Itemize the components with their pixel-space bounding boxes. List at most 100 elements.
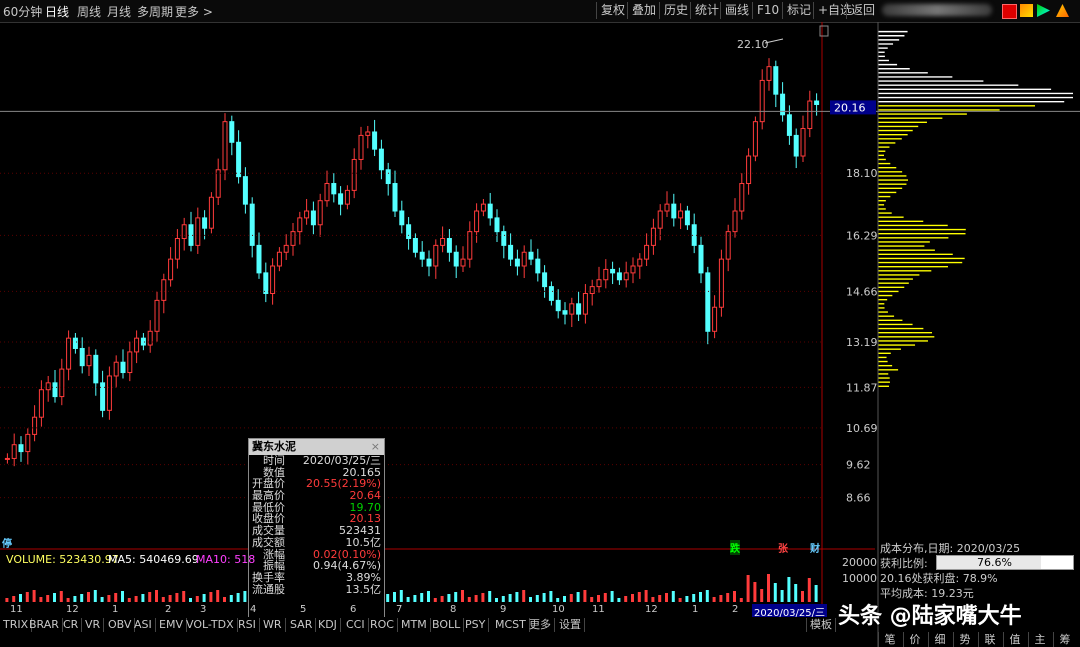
flag-icon[interactable] xyxy=(1002,4,1017,19)
candle-body xyxy=(453,251,459,267)
arrow-tool-icon[interactable] xyxy=(1037,4,1050,17)
indicator-tab-rsi[interactable]: RSI xyxy=(235,618,260,632)
settings-tool-icon[interactable] xyxy=(1056,4,1069,17)
volume-bar xyxy=(87,592,90,602)
candle-body xyxy=(664,203,670,212)
volume-bar xyxy=(467,597,471,602)
volume-bar xyxy=(420,593,424,602)
candle-body xyxy=(45,382,51,391)
f10-button[interactable]: F10 xyxy=(752,2,783,19)
chart-tool-icon[interactable] xyxy=(1020,4,1033,17)
overlay-button[interactable]: 叠加 xyxy=(627,2,660,19)
candle-body xyxy=(746,155,752,185)
indicator-tab-cr[interactable]: CR xyxy=(60,618,83,632)
tab-60min[interactable]: 60分钟 xyxy=(3,3,42,20)
indicator-tab-kdj[interactable]: KDJ xyxy=(315,618,341,632)
side-tab[interactable]: 筹 xyxy=(1053,632,1076,647)
halt-marker: 停 xyxy=(2,539,12,550)
side-tab[interactable]: 势 xyxy=(953,632,976,647)
candle-body xyxy=(487,203,493,219)
candle-body xyxy=(304,210,310,219)
volume-value: VOLUME: 523430.97 xyxy=(6,553,119,566)
price-tick: 11.87 xyxy=(846,381,878,394)
date-tick: 9 xyxy=(500,604,507,615)
history-button[interactable]: 历史 xyxy=(659,2,692,19)
scroll-thumb[interactable] xyxy=(819,25,829,37)
volume-bar xyxy=(25,592,29,602)
price-tick: 16.29 xyxy=(846,229,878,242)
candle-body xyxy=(127,351,133,374)
indicator-tab-更多[interactable]: 更多 xyxy=(526,618,555,632)
volume-bar xyxy=(386,594,390,602)
candle-body xyxy=(419,251,425,260)
candle-body xyxy=(426,258,432,267)
popup-row-value: 20.64 xyxy=(349,489,382,503)
side-tab[interactable]: 笔 xyxy=(878,632,901,647)
indicator-tab-roc[interactable]: ROC xyxy=(367,618,398,632)
finance-marker[interactable]: 财 xyxy=(810,540,820,555)
volume-bar xyxy=(32,590,36,602)
side-tab[interactable]: 主 xyxy=(1028,632,1051,647)
volume-bar xyxy=(529,597,532,602)
candle-body xyxy=(766,66,772,81)
indicator-tab-asi[interactable]: ASI xyxy=(131,618,156,632)
indicator-tab-brar[interactable]: BRAR xyxy=(26,618,63,632)
candle-body xyxy=(18,444,24,453)
candle-body xyxy=(759,79,765,123)
candle-body xyxy=(440,238,446,246)
side-tab[interactable]: 值 xyxy=(1003,632,1026,647)
drop-marker[interactable]: 跌 xyxy=(730,540,740,555)
candle-body xyxy=(276,251,282,267)
volume-bar xyxy=(685,596,689,602)
fuquan-button[interactable]: 复权 xyxy=(596,2,629,19)
volume-bar xyxy=(406,597,410,602)
draw-button[interactable]: 画线 xyxy=(720,2,753,19)
popup-row-label: 流通股 xyxy=(252,582,285,596)
tab-weekly[interactable]: 周线 xyxy=(77,3,101,20)
indicator-tab-设置[interactable]: 设置 xyxy=(556,618,585,632)
candle-body xyxy=(392,183,398,212)
tab-multi-period[interactable]: 多周期 xyxy=(137,3,173,20)
date-tick: 12 xyxy=(645,604,658,615)
tab-monthly[interactable]: 月线 xyxy=(107,3,131,20)
volume-bar xyxy=(134,596,138,602)
mark-button[interactable]: 标记 xyxy=(782,2,815,19)
candle-body xyxy=(147,330,153,346)
indicator-tab-vol-tdx[interactable]: VOL-TDX xyxy=(183,618,238,632)
candle-body xyxy=(351,158,357,191)
candle-body xyxy=(25,433,31,453)
volume-bars xyxy=(5,574,818,602)
indicator-tab-mcst[interactable]: MCST xyxy=(492,618,530,632)
volume-bar xyxy=(801,591,804,602)
volume-bar xyxy=(5,598,9,602)
indicator-tab-sar[interactable]: SAR xyxy=(287,618,317,632)
tab-daily[interactable]: 日线 xyxy=(45,3,69,20)
candle-body xyxy=(79,347,85,367)
date-tick: 8 xyxy=(450,604,457,615)
indicator-tab-vr[interactable]: VR xyxy=(82,618,105,632)
side-tab[interactable]: 联 xyxy=(978,632,1001,647)
indicator-tab-boll[interactable]: BOLL xyxy=(429,618,465,632)
candle-body xyxy=(195,217,201,246)
side-tab[interactable]: 细 xyxy=(928,632,951,647)
candle-body xyxy=(215,169,221,198)
indicator-tab-mtm[interactable]: MTM xyxy=(398,618,431,632)
template-button[interactable]: 模板 xyxy=(806,618,836,632)
side-tab[interactable]: 价 xyxy=(903,632,926,647)
candle-body xyxy=(616,272,622,281)
peak-label: 22.10 xyxy=(737,38,769,51)
indicator-tab-wr[interactable]: WR xyxy=(260,618,286,632)
date-tick: 7 xyxy=(396,604,403,615)
profit-at-price: 20.16处获利盘: 78.9% xyxy=(880,572,998,585)
cost-title: 成本分布,日期: 2020/03/25 xyxy=(880,542,1021,555)
back-button[interactable]: 返回 xyxy=(846,2,879,19)
tab-more[interactable]: 更多 > xyxy=(175,3,213,20)
stats-button[interactable]: 统计 xyxy=(690,2,723,19)
indicator-tab-psy[interactable]: PSY xyxy=(462,618,490,632)
indicator-tab-cci[interactable]: CCI xyxy=(343,618,369,632)
popup-row-value: 10.5亿 xyxy=(345,535,382,549)
candle-body xyxy=(514,258,520,267)
rise-marker[interactable]: 张 xyxy=(778,540,788,555)
price-tick: 10.69 xyxy=(846,422,878,435)
close-icon[interactable]: × xyxy=(371,439,380,455)
